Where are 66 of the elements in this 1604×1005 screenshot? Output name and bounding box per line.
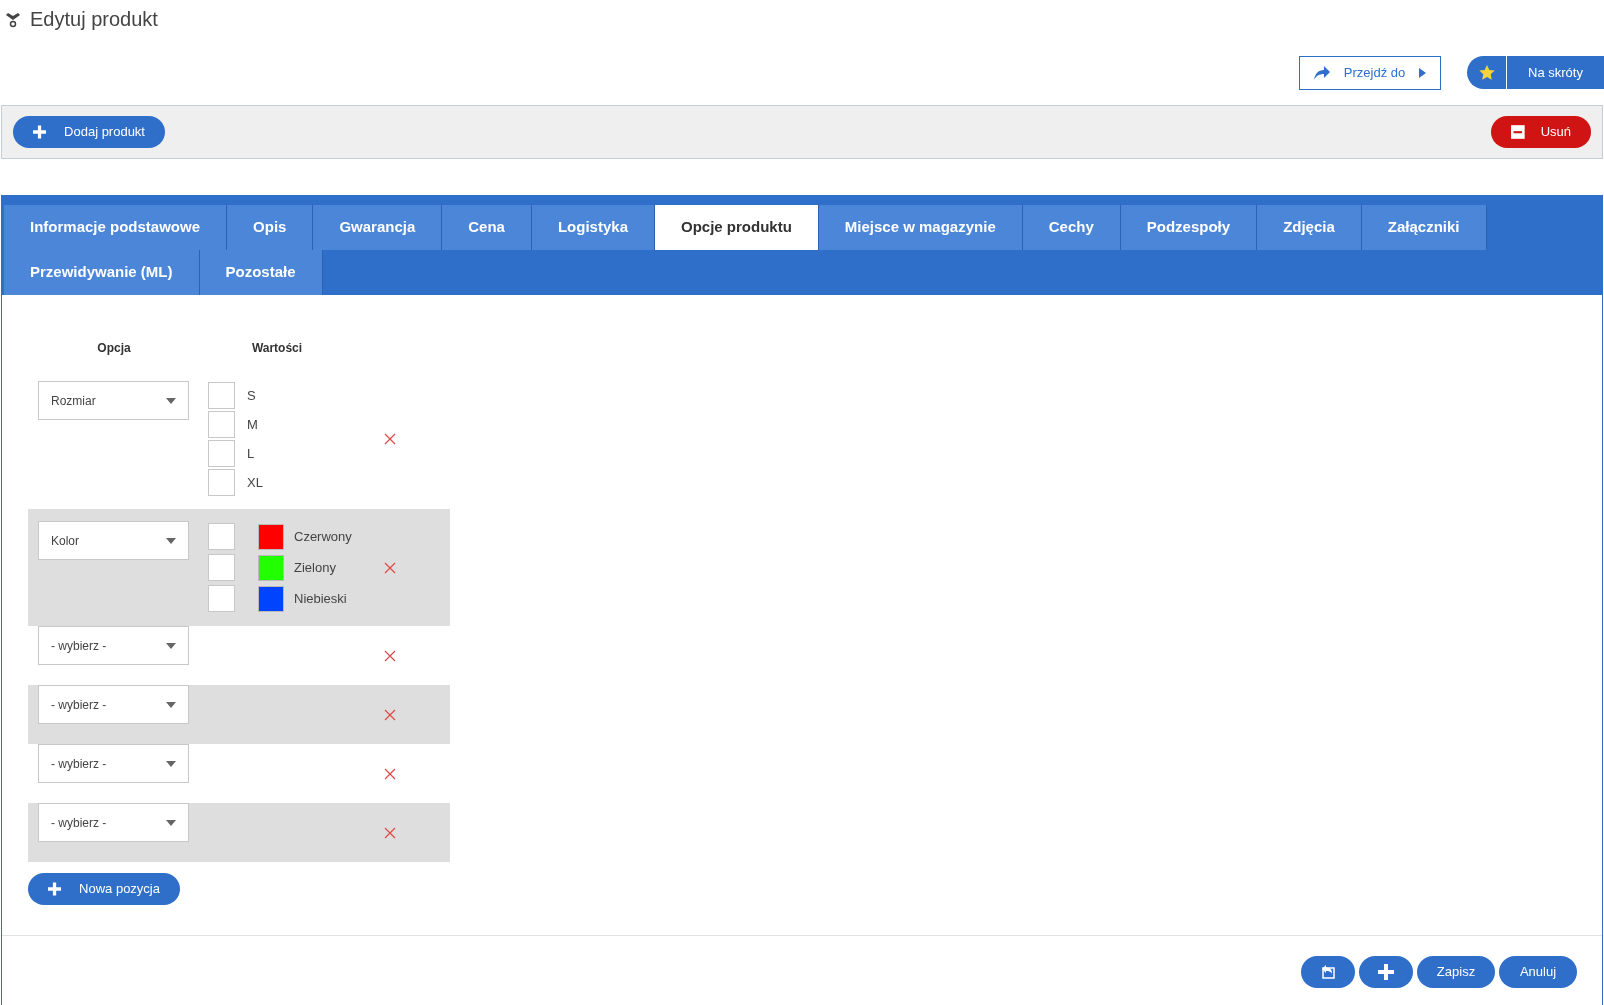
checkbox[interactable]	[208, 585, 235, 612]
star-icon	[1477, 63, 1496, 82]
tab[interactable]: Podzespoły	[1120, 205, 1258, 250]
close-icon[interactable]	[384, 767, 396, 780]
plus-icon	[48, 881, 62, 897]
plus-icon	[1378, 963, 1394, 980]
option-select[interactable]: - wybierz -	[38, 744, 189, 783]
tab[interactable]: Przewidywanie (ML)	[4, 250, 200, 295]
close-icon[interactable]	[384, 708, 396, 721]
value-label: S	[247, 386, 256, 405]
column-header: Opcja	[96, 340, 132, 357]
value-label: L	[247, 444, 255, 463]
delete-button[interactable]: Usuń	[1491, 116, 1591, 148]
option-select[interactable]: Kolor	[38, 521, 189, 560]
value-label: Niebieski	[294, 589, 347, 608]
value-label: Czerwony	[294, 527, 352, 546]
tab[interactable]: Gwarancja	[313, 205, 443, 250]
minus-icon	[1511, 124, 1525, 140]
checkbox[interactable]	[208, 382, 235, 409]
tab[interactable]: Miejsce w magazynie	[818, 205, 1023, 250]
close-icon[interactable]	[384, 561, 396, 574]
tab[interactable]: Cechy	[1022, 205, 1121, 250]
column-header: Wartości	[250, 340, 304, 357]
tab[interactable]: Informacje podstawowe	[4, 205, 228, 250]
checkbox[interactable]	[208, 440, 235, 467]
checkbox[interactable]	[208, 523, 235, 550]
caret-down-icon	[166, 397, 176, 404]
new-position-button[interactable]: Nowa pozycja	[28, 873, 180, 905]
checkbox[interactable]	[208, 411, 235, 438]
share-arrow-icon	[1314, 65, 1330, 80]
caret-icon	[1419, 67, 1426, 78]
tab[interactable]: Cena	[442, 205, 532, 250]
close-icon[interactable]	[384, 433, 396, 445]
option-select[interactable]: - wybierz -	[38, 803, 189, 842]
tab[interactable]: Logistyka	[531, 205, 655, 250]
back-button[interactable]	[1301, 955, 1355, 988]
tab[interactable]: Opis	[227, 205, 314, 250]
value-label: M	[247, 415, 258, 434]
caret-down-icon	[166, 537, 176, 544]
footer-button[interactable]: Anuluj	[1499, 955, 1577, 988]
option-select[interactable]: - wybierz -	[38, 626, 189, 665]
caret-down-icon	[166, 701, 176, 708]
close-icon[interactable]	[384, 649, 396, 662]
caret-down-icon	[166, 642, 176, 649]
tab[interactable]: Opcje produktu	[655, 205, 819, 250]
add-button[interactable]	[1359, 955, 1413, 988]
page-title: Edytuj produkt	[30, 7, 158, 32]
footer-button[interactable]: Zapisz	[1417, 955, 1495, 988]
add-product-button[interactable]: Dodaj produkt	[13, 116, 165, 148]
tab[interactable]: Pozostałe	[199, 250, 323, 295]
option-select[interactable]: - wybierz -	[38, 685, 189, 724]
value-label: XL	[247, 473, 263, 492]
hanger-icon	[4, 10, 22, 28]
checkbox[interactable]	[208, 554, 235, 581]
value-label: Zielony	[294, 558, 336, 577]
option-select[interactable]: Rozmiar	[38, 381, 189, 420]
plus-icon	[33, 124, 47, 140]
reply-icon	[1321, 964, 1335, 979]
close-icon[interactable]	[384, 826, 396, 839]
shortcuts-button[interactable]: Na skróty	[1467, 56, 1604, 89]
caret-down-icon	[166, 819, 176, 826]
caret-down-icon	[166, 760, 176, 767]
goto-button[interactable]: Przejdź do	[1299, 55, 1441, 90]
checkbox[interactable]	[208, 469, 235, 496]
tab[interactable]: Załączniki	[1361, 205, 1487, 250]
tab[interactable]: Zdjęcia	[1257, 205, 1362, 250]
